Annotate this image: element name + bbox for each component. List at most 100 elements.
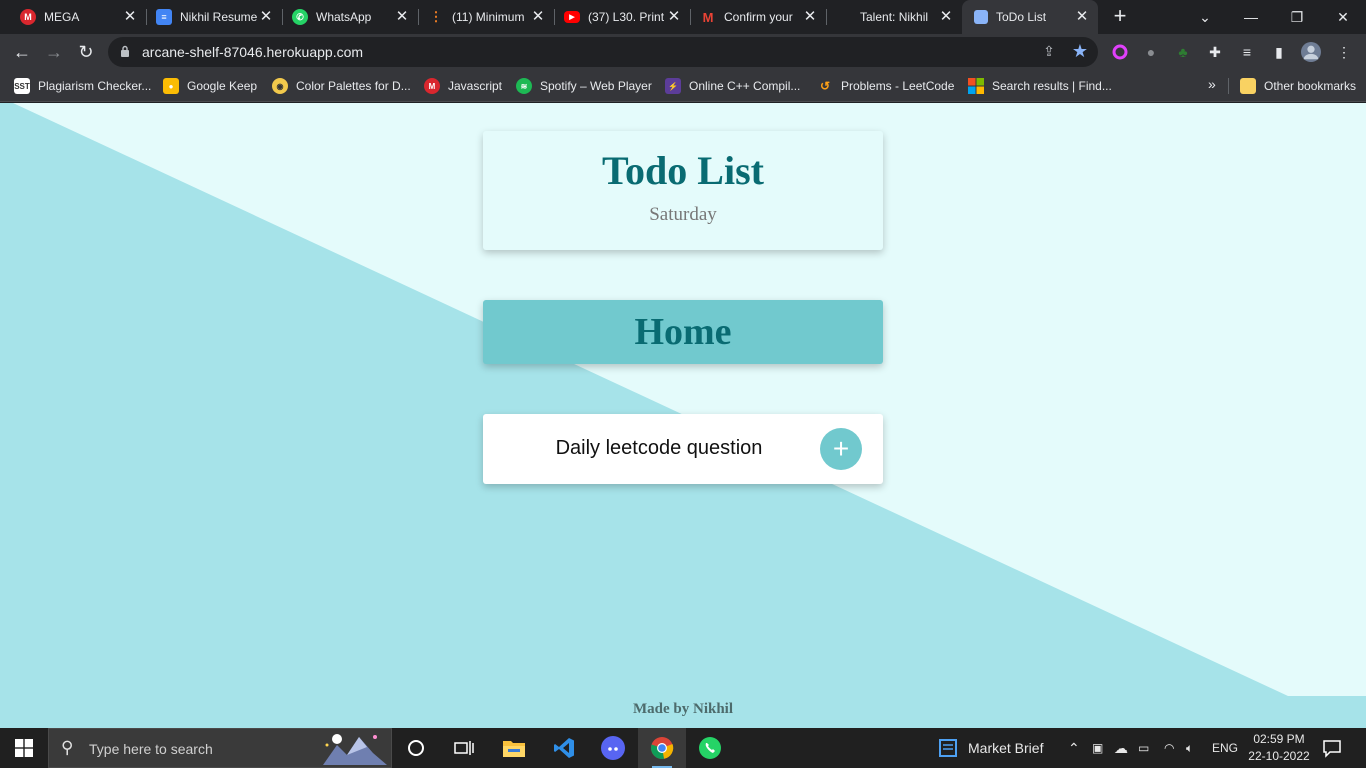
- tab-stackoverflow[interactable]: ⋮ (11) Minimum ✕: [408, 0, 554, 34]
- new-item-input[interactable]: [509, 430, 809, 466]
- url-text: arcane-shelf-87046.herokuapp.com: [142, 44, 364, 60]
- leetcode-icon: ↺: [819, 79, 831, 93]
- browser-toolbar: ← → ↻ arcane-shelf-87046.herokuapp.com ⇪…: [0, 34, 1366, 70]
- spotify-icon: ≋: [516, 78, 532, 94]
- bookmark-divider: [1228, 78, 1229, 94]
- chrome-icon[interactable]: [638, 728, 686, 768]
- stackoverflow-icon: ⋮: [429, 9, 443, 24]
- show-hidden-icons-icon[interactable]: ⌃: [1068, 728, 1080, 768]
- page-viewport: Todo List Saturday Home + Made by Nikhil: [0, 103, 1366, 728]
- tab-talent[interactable]: Talent: Nikhil ✕: [816, 0, 962, 34]
- bookmark-label: Javascript: [448, 79, 503, 93]
- address-bar[interactable]: arcane-shelf-87046.herokuapp.com ⇪ ★: [108, 37, 1098, 67]
- news-label: Market Brief: [968, 740, 1044, 756]
- file-explorer-icon[interactable]: [490, 728, 538, 768]
- onedrive-cloud-icon[interactable]: ☁: [1114, 728, 1128, 768]
- windows-start-icon[interactable]: [0, 728, 48, 768]
- heading-card: Todo List Saturday: [483, 131, 883, 250]
- bookmark-leetcode[interactable]: ↺ Problems - LeetCode: [817, 76, 954, 96]
- add-item-button[interactable]: +: [820, 428, 862, 470]
- tab-whatsapp[interactable]: ✆ WhatsApp ✕: [272, 0, 418, 34]
- footer-credit: Made by Nikhil: [632, 701, 734, 717]
- bookmark-color-palettes[interactable]: ◉ Color Palettes for D...: [272, 76, 411, 96]
- language-indicator[interactable]: ENG: [1212, 728, 1238, 768]
- bookmark-search-results[interactable]: Search results | Find...: [968, 76, 1112, 96]
- page-icon: [974, 10, 988, 24]
- bookmark-label: Search results | Find...: [992, 79, 1112, 93]
- vscode-icon[interactable]: [540, 728, 588, 768]
- bookmark-label: Online C++ Compil...: [689, 79, 801, 93]
- bookmark-label: Plagiarism Checker...: [38, 79, 152, 93]
- more-bookmarks-icon[interactable]: »: [1208, 76, 1216, 92]
- mega-icon: M: [20, 9, 36, 25]
- extension-color-icon[interactable]: [1110, 42, 1130, 62]
- bookmark-plagiarism[interactable]: SST Plagiarism Checker...: [14, 76, 151, 96]
- tab-mega[interactable]: M MEGA ✕: [0, 0, 146, 34]
- notification-center-icon[interactable]: [1322, 738, 1342, 758]
- discord-icon[interactable]: [589, 728, 637, 768]
- bookmark-google-keep[interactable]: ● Google Keep: [163, 76, 257, 96]
- bookmark-label: Spotify – Web Player: [540, 79, 652, 93]
- tab-title: WhatsApp: [316, 10, 372, 24]
- reload-button[interactable]: ↻: [74, 40, 98, 64]
- gmail-icon: M: [702, 9, 714, 25]
- wifi-icon[interactable]: ◠: [1164, 728, 1174, 768]
- whatsapp-icon[interactable]: [686, 728, 734, 768]
- tab-search-icon[interactable]: ⌄: [1182, 0, 1228, 34]
- new-tab-button[interactable]: +: [1108, 5, 1132, 29]
- extension-tree-icon[interactable]: ♣: [1173, 42, 1193, 62]
- bookmark-online-cpp[interactable]: ⚡ Online C++ Compil...: [665, 76, 800, 96]
- blank-icon: [836, 9, 852, 25]
- tab-title: (11) Minimum: [452, 10, 525, 24]
- lock-icon: [121, 45, 129, 57]
- sst-icon: SST: [14, 78, 30, 94]
- bookmark-javascript[interactable]: M Javascript: [424, 76, 502, 96]
- whatsapp-icon: ✆: [292, 9, 308, 25]
- search-icon: ⚲: [61, 738, 74, 757]
- windows-taskbar: ⚲ Type here to search Market Brief ⌃ ▣ ☁…: [0, 728, 1366, 768]
- forward-button[interactable]: →: [42, 40, 66, 64]
- tab-youtube[interactable]: ▶ (37) L30. Print ✕: [544, 0, 690, 34]
- bolt-icon: ⚡: [665, 78, 681, 94]
- taskbar-search-box[interactable]: ⚲ Type here to search: [48, 728, 392, 768]
- volume-icon[interactable]: 🔈︎: [1186, 728, 1193, 768]
- meet-now-icon[interactable]: ▣: [1092, 728, 1103, 768]
- other-bookmarks[interactable]: Other bookmarks: [1240, 76, 1356, 96]
- restore-button[interactable]: ❐: [1274, 0, 1320, 34]
- bookmark-label: Problems - LeetCode: [841, 79, 955, 93]
- new-item-form: +: [483, 414, 883, 484]
- bookmark-spotify[interactable]: ≋ Spotify – Web Player: [516, 76, 652, 96]
- mega-icon: M: [424, 78, 440, 94]
- chrome-menu-icon[interactable]: ⋮: [1334, 42, 1354, 62]
- tab-todo-list[interactable]: ToDo List ✕: [962, 0, 1098, 34]
- profile-avatar[interactable]: [1301, 42, 1321, 62]
- bookmark-label: Google Keep: [187, 79, 258, 93]
- microsoft-icon: [968, 78, 984, 94]
- extensions-puzzle-icon[interactable]: ✚: [1205, 42, 1225, 62]
- close-window-button[interactable]: ✕: [1320, 0, 1366, 34]
- reading-list-icon[interactable]: ≡: [1237, 42, 1257, 62]
- back-button[interactable]: ←: [10, 40, 34, 64]
- news-widget[interactable]: Market Brief: [938, 728, 1043, 768]
- side-panel-icon[interactable]: ▮: [1269, 42, 1289, 62]
- bookmark-star-icon[interactable]: ★: [1072, 41, 1088, 62]
- tab-gmail[interactable]: M Confirm your ✕: [680, 0, 826, 34]
- clock-date: 22-10-2022: [1248, 749, 1310, 763]
- close-icon[interactable]: ✕: [1074, 9, 1090, 25]
- close-icon[interactable]: ✕: [938, 9, 954, 25]
- task-view-icon[interactable]: [440, 728, 488, 768]
- keep-icon: ●: [163, 78, 179, 94]
- list-title-card: Home: [483, 300, 883, 364]
- system-clock[interactable]: 02:59 PM 22-10-2022: [1244, 731, 1314, 765]
- share-icon[interactable]: ⇪: [1040, 43, 1058, 61]
- tab-resume[interactable]: ≡ Nikhil Resume ✕: [136, 0, 282, 34]
- extension-shield-icon[interactable]: ●: [1141, 42, 1161, 62]
- tab-title: (37) L30. Print: [588, 10, 665, 24]
- battery-icon[interactable]: ▭: [1138, 728, 1149, 768]
- bookmark-label: Other bookmarks: [1264, 79, 1357, 93]
- browser-tab-strip: M MEGA ✕ ≡ Nikhil Resume ✕ ✆ WhatsApp ✕ …: [0, 0, 1366, 34]
- minimize-button[interactable]: —: [1228, 0, 1274, 34]
- cortana-icon[interactable]: [392, 728, 440, 768]
- page-title: Todo List: [602, 148, 764, 193]
- google-docs-icon: ≡: [156, 9, 172, 25]
